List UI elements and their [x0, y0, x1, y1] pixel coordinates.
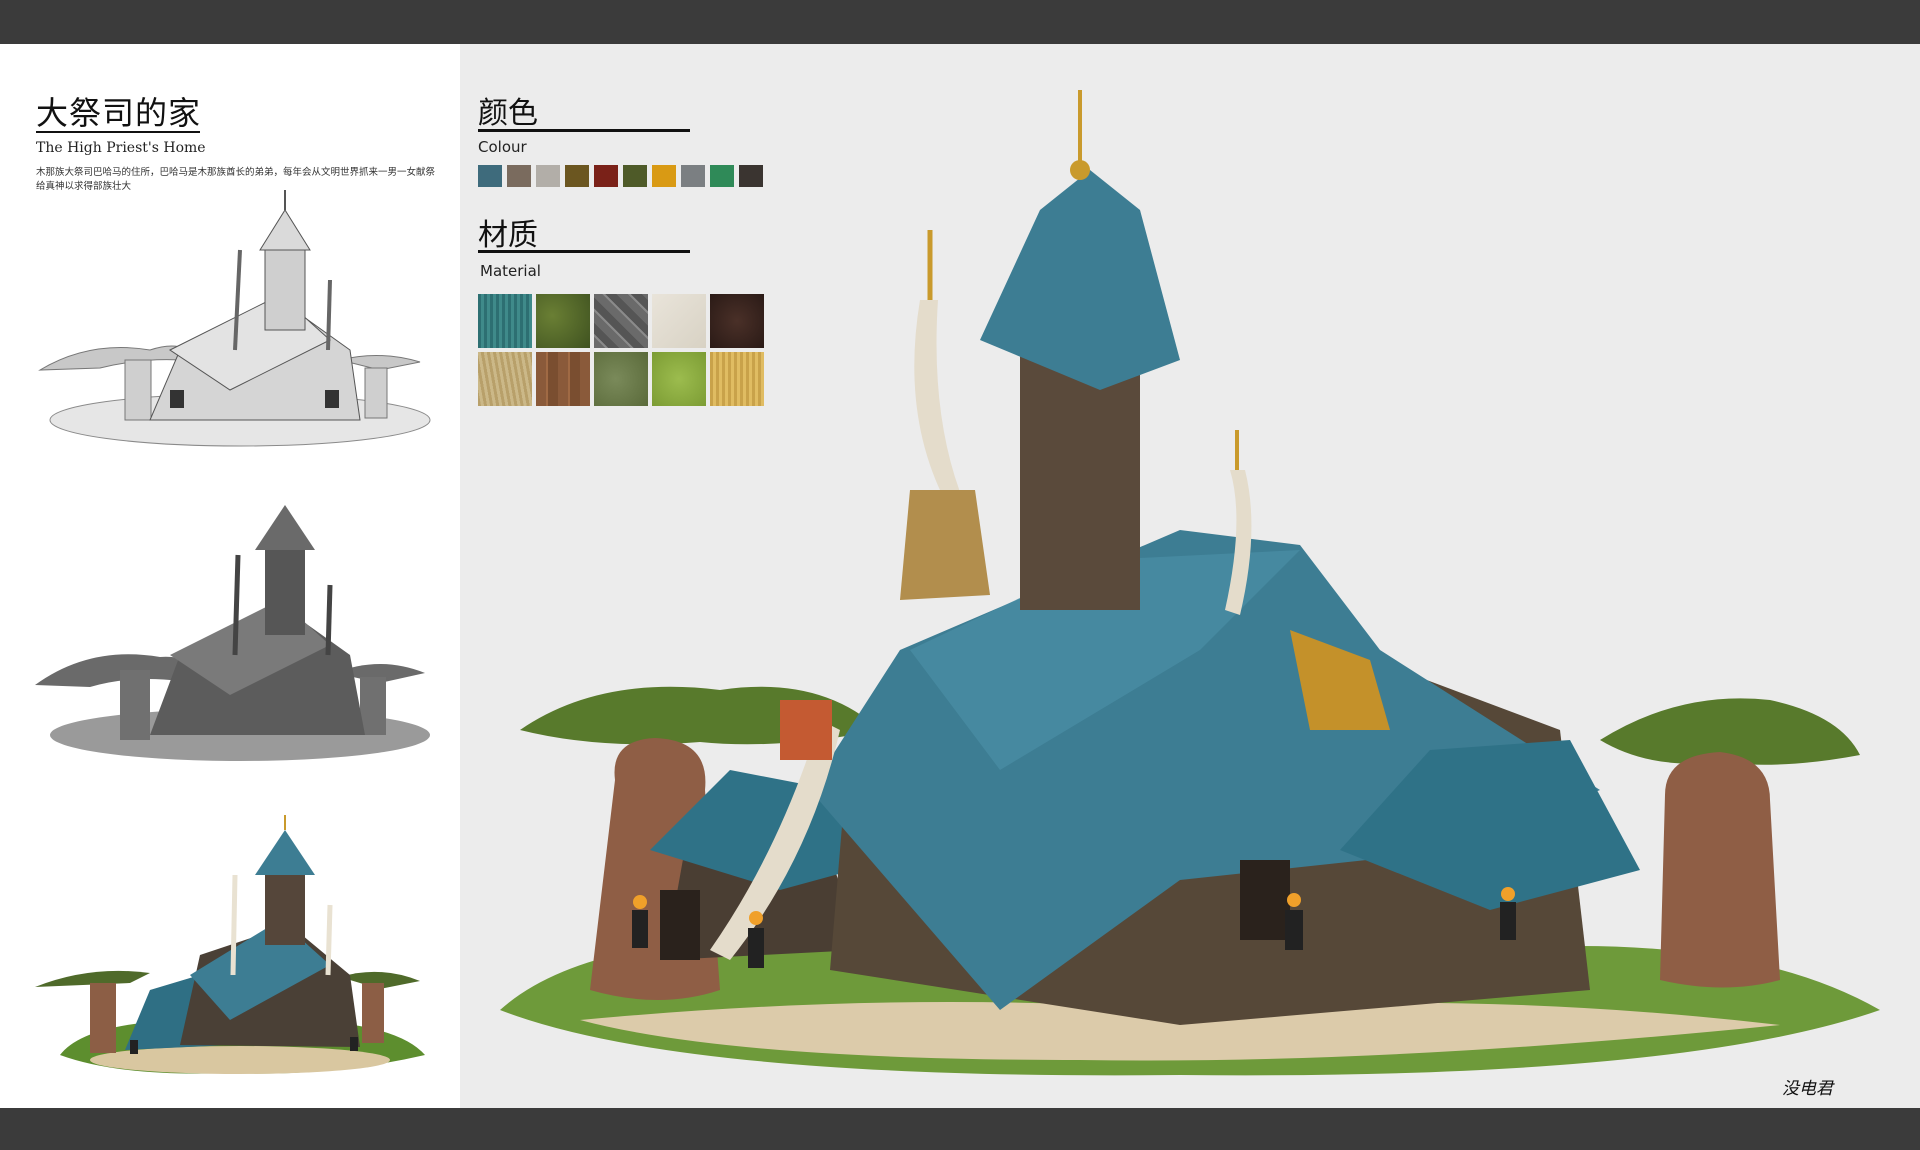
grey-sketch: [35, 505, 430, 761]
main-house-illustration: [500, 90, 1880, 1076]
lineart-sketch: [38, 190, 431, 447]
colour-thumbnail: [35, 815, 425, 1074]
page-subtitle: The High Priest's Home: [36, 140, 206, 156]
title-underline: [36, 131, 200, 133]
bottom-bar: [0, 1108, 1920, 1150]
top-bar: [0, 0, 1920, 44]
page-title: 大祭司的家: [36, 94, 202, 132]
artist-signature: 没电君: [1782, 1079, 1833, 1099]
